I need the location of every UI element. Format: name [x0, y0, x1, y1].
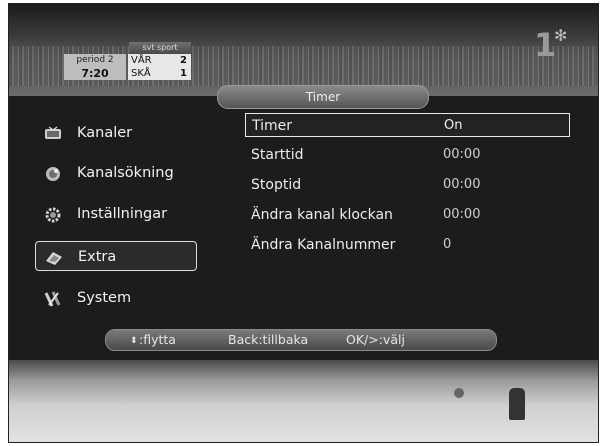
setting-row-timer[interactable]: Timer On [245, 113, 570, 137]
tv-channels-icon [43, 124, 63, 142]
sidebar-item-kanaler[interactable]: Kanaler [35, 118, 197, 148]
satellite-search-icon [43, 164, 63, 182]
sidebar-item-kanalsokning[interactable]: Kanalsökning [35, 158, 197, 188]
setting-value: 00:00 [443, 207, 481, 222]
extra-icon [44, 248, 64, 266]
menu-title: Timer [217, 85, 429, 109]
sidebar-item-extra[interactable]: Extra [35, 241, 197, 271]
setting-row-starttid[interactable]: Starttid 00:00 [245, 143, 570, 167]
team-score: 2 [180, 55, 187, 66]
up-down-arrows-icon: ⬍ [130, 336, 138, 346]
help-move-text: :flytta [139, 332, 176, 347]
setting-row-stoptid[interactable]: Stoptid 00:00 [245, 173, 570, 197]
scorebug-header: svt sport [129, 42, 191, 54]
scorebug-team-row: VÅR 2 [128, 54, 191, 67]
channel-logo: 1 ✻ [534, 26, 567, 64]
help-ok: OK/>:välj [346, 332, 405, 347]
help-back: Back:tillbaka [228, 332, 309, 347]
help-move: ⬍:flytta [130, 330, 176, 351]
scorebug-clock: 7:20 [64, 67, 126, 80]
sidebar-item-label: Extra [78, 249, 117, 265]
team-name: SKÅ [131, 68, 151, 79]
setting-label: Timer [252, 118, 293, 134]
scorebug-team-row: SKÅ 1 [128, 67, 191, 80]
setting-value: 00:00 [443, 147, 481, 162]
setting-label: Ändra Kanalnummer [251, 237, 396, 253]
setting-label: Starttid [251, 147, 304, 163]
settings-gear-icon [43, 205, 63, 223]
tv-screen: svt sport period 2 7:20 VÅR 2 SKÅ 1 1 ✻ … [8, 3, 599, 443]
sidebar-item-system[interactable]: System [35, 283, 197, 313]
team-name: VÅR [131, 55, 152, 66]
star-icon: ✻ [554, 26, 568, 45]
channel-number: 1 [534, 26, 557, 64]
sidebar-item-label: Kanaler [77, 125, 133, 141]
sidebar-item-label: Kanalsökning [77, 165, 174, 181]
setting-row-andra-kanal-klockan[interactable]: Ändra kanal klockan 00:00 [245, 203, 570, 227]
team-score: 1 [180, 68, 187, 79]
broadcast-skater [509, 388, 525, 420]
system-tools-icon [43, 289, 63, 307]
setting-value: 00:00 [443, 177, 481, 192]
setting-value: 0 [443, 237, 452, 252]
setting-value: On [444, 118, 463, 133]
sidebar-item-installningar[interactable]: Inställningar [35, 199, 197, 229]
broadcast-puck [454, 388, 464, 398]
osd-menu-panel: Timer Kanaler Kanalsökning Inställningar… [9, 85, 598, 360]
broadcast-background-top [9, 4, 598, 96]
setting-label: Ändra kanal klockan [251, 207, 393, 223]
sidebar-item-label: Inställningar [77, 206, 168, 222]
scorebug-period: period 2 [64, 54, 126, 67]
sidebar-item-label: System [77, 290, 132, 306]
help-bar: ⬍:flytta Back:tillbaka OK/>:välj [105, 329, 497, 351]
setting-label: Stoptid [251, 177, 302, 193]
setting-row-andra-kanalnummer[interactable]: Ändra Kanalnummer 0 [245, 233, 570, 257]
